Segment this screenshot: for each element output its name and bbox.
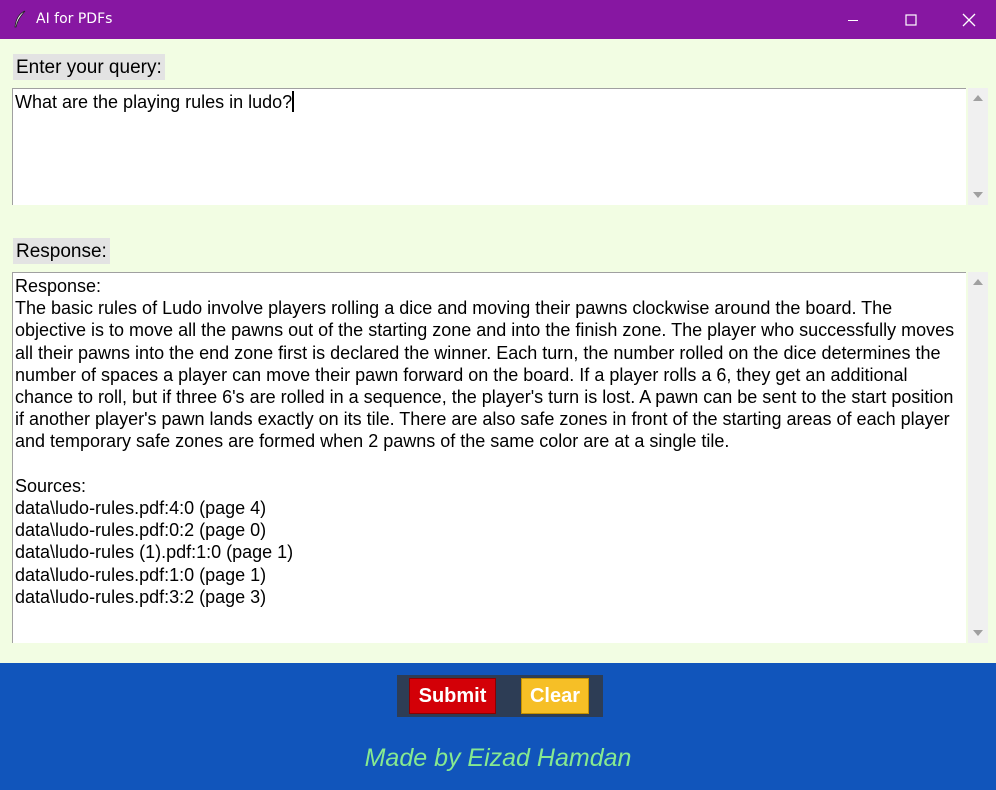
feather-icon <box>14 10 26 28</box>
credit-text: Made by Eizad Hamdan <box>364 744 632 772</box>
query-input[interactable]: What are the playing rules in ludo? <box>12 88 966 205</box>
query-scrollbar[interactable] <box>968 88 988 205</box>
window-title: AI for PDFs <box>36 11 113 27</box>
close-icon <box>962 13 976 26</box>
text-caret <box>292 91 295 112</box>
scroll-down-arrow-icon[interactable] <box>968 623 988 643</box>
query-text: What are the playing rules in ludo? <box>15 92 293 112</box>
minimize-button[interactable] <box>824 0 882 39</box>
title-bar: AI for PDFs <box>0 0 996 39</box>
submit-button[interactable]: Submit <box>409 678 496 714</box>
scroll-down-arrow-icon[interactable] <box>968 185 988 205</box>
button-group: Submit Clear <box>397 675 603 717</box>
footer: Submit Clear Made by Eizad Hamdan <box>0 663 996 790</box>
clear-button[interactable]: Clear <box>521 678 589 714</box>
response-scrollbar[interactable] <box>968 272 988 643</box>
scroll-up-arrow-icon[interactable] <box>968 88 988 108</box>
close-button[interactable] <box>940 0 996 39</box>
response-label: Response: <box>13 238 110 264</box>
scroll-up-arrow-icon[interactable] <box>968 272 988 292</box>
maximize-button[interactable] <box>882 0 940 39</box>
query-label: Enter your query: <box>13 54 165 80</box>
maximize-icon <box>905 13 917 26</box>
response-output[interactable]: Response: The basic rules of Ludo involv… <box>12 272 966 643</box>
minimize-icon <box>848 19 858 21</box>
